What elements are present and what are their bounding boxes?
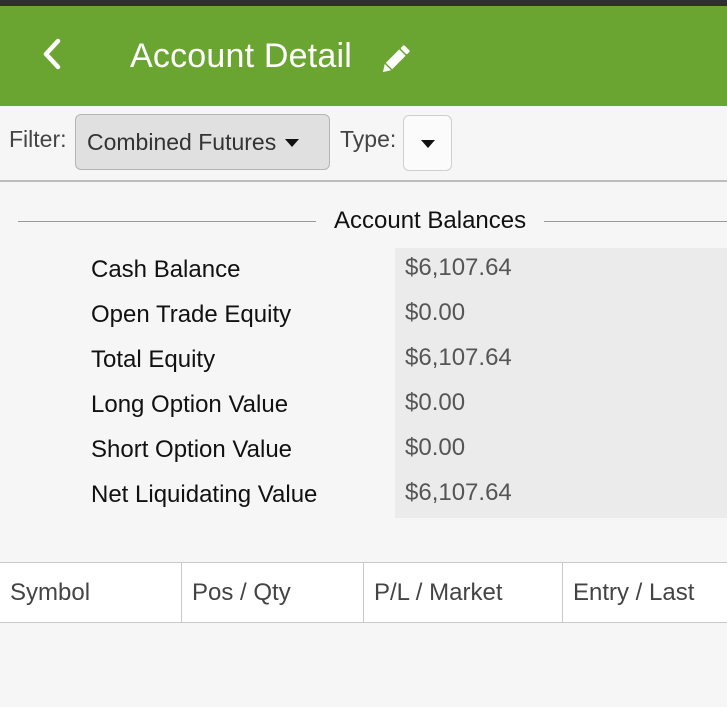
balance-label: Open Trade Equity xyxy=(91,301,292,328)
column-header-entry-last[interactable]: Entry / Last xyxy=(563,563,727,622)
filter-dropdown-value: Combined Futures xyxy=(87,128,277,155)
edit-button[interactable] xyxy=(377,42,413,78)
table-body xyxy=(0,623,727,707)
chevron-left-icon xyxy=(43,38,61,70)
filter-label: Filter: xyxy=(9,126,67,152)
balance-label: Cash Balance xyxy=(91,256,241,283)
page-title: Account Detail xyxy=(130,37,353,75)
balance-row-total-equity: Total Equity $6,107.64 xyxy=(0,338,727,383)
filter-dropdown[interactable]: Combined Futures xyxy=(75,114,330,170)
section-title: Account Balances xyxy=(334,207,527,234)
column-header-pl-market[interactable]: P/L / Market xyxy=(364,563,563,622)
account-balances-section: Account Balances Cash Balance $6,107.64 … xyxy=(0,182,727,562)
filter-bar: Filter: Combined Futures Type: xyxy=(0,106,727,182)
table-header: Symbol Pos / Qty P/L / Market Entry / La… xyxy=(0,562,727,623)
balance-row-net-liquidating-value: Net Liquidating Value $6,107.64 xyxy=(0,473,727,518)
positions-table: Symbol Pos / Qty P/L / Market Entry / La… xyxy=(0,562,727,707)
balance-label: Short Option Value xyxy=(91,436,293,463)
section-heading: Account Balances xyxy=(18,204,727,238)
balance-value: $6,107.64 xyxy=(395,473,727,518)
balance-row-short-option-value: Short Option Value $0.00 xyxy=(0,428,727,473)
back-button[interactable] xyxy=(34,32,70,76)
balance-label: Net Liquidating Value xyxy=(91,481,318,508)
column-header-pos-qty[interactable]: Pos / Qty xyxy=(182,563,364,622)
balance-value: $0.00 xyxy=(395,293,727,338)
caret-down-icon xyxy=(420,140,435,148)
divider xyxy=(18,220,316,222)
column-header-symbol[interactable]: Symbol xyxy=(0,563,182,622)
balance-row-long-option-value: Long Option Value $0.00 xyxy=(0,383,727,428)
balance-label: Long Option Value xyxy=(91,391,289,418)
balance-row-cash-balance: Cash Balance $6,107.64 xyxy=(0,248,727,293)
app-header: Account Detail xyxy=(0,6,727,106)
caret-down-icon xyxy=(285,139,300,147)
balance-value: $0.00 xyxy=(395,428,727,473)
type-dropdown[interactable] xyxy=(403,115,452,171)
balance-value: $6,107.64 xyxy=(395,338,727,383)
balance-value: $0.00 xyxy=(395,383,727,428)
balance-row-open-trade-equity: Open Trade Equity $0.00 xyxy=(0,293,727,338)
pencil-icon xyxy=(382,45,410,73)
balance-label: Total Equity xyxy=(91,346,216,373)
divider xyxy=(544,220,727,222)
type-label: Type: xyxy=(340,126,397,152)
balance-value: $6,107.64 xyxy=(395,248,727,293)
